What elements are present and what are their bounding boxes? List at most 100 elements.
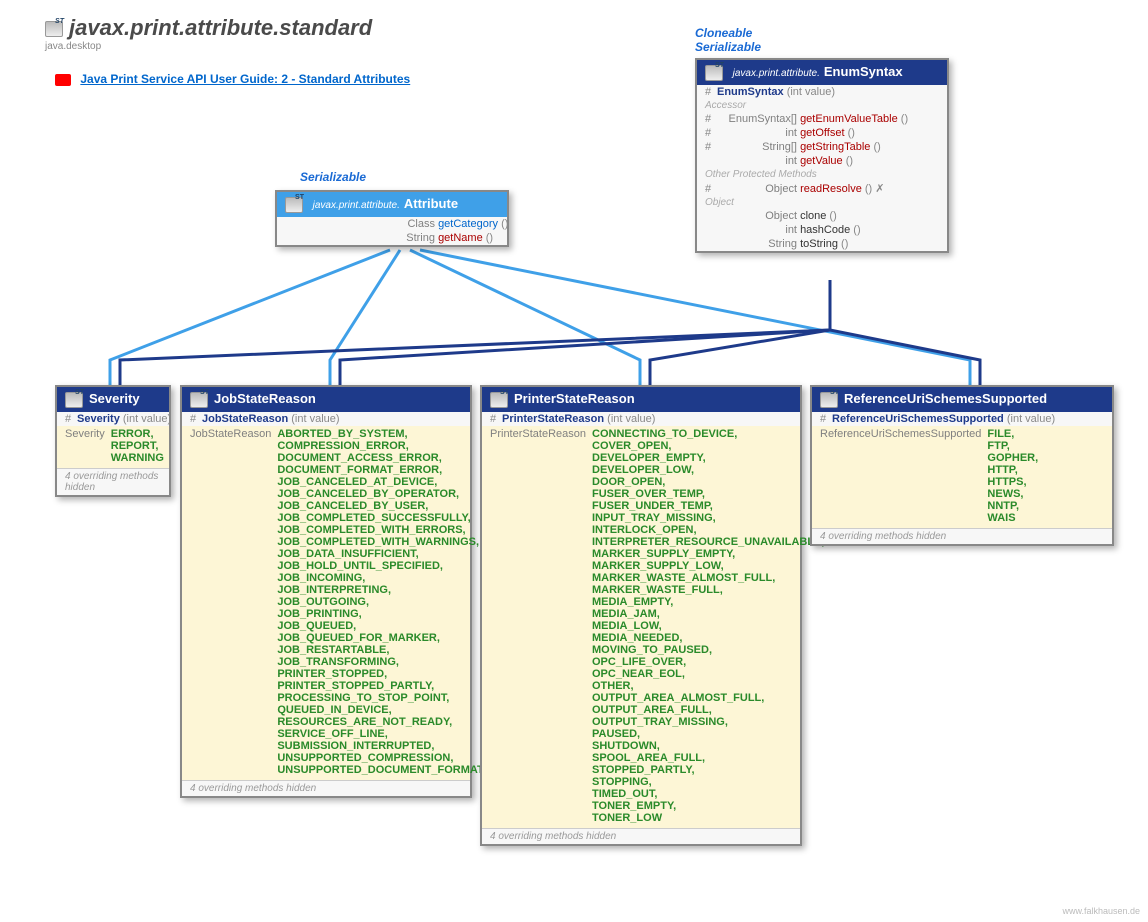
enum-constant: JOB_CANCELED_AT_DEVICE, [277, 476, 483, 488]
enum-constant: JOB_CANCELED_BY_USER, [277, 500, 483, 512]
method-row: Object clone () [697, 209, 947, 223]
enum-constant: PAUSED, [592, 728, 824, 740]
severity-consts: SeverityERROR,REPORT,WARNING [57, 426, 169, 468]
enum-constant: OUTPUT_AREA_FULL, [592, 704, 824, 716]
enum-constant: RESOURCES_ARE_NOT_READY, [277, 716, 483, 728]
method-row: #EnumSyntax[] getEnumValueTable () [697, 112, 947, 126]
enum-constant: FILE, [987, 428, 1038, 440]
enum-constant: JOB_QUEUED_FOR_MARKER, [277, 632, 483, 644]
enum-constant: HTTP, [987, 464, 1038, 476]
attribute-rows: Class getCategory ()String getName () [277, 217, 507, 245]
enum-constant: JOB_HOLD_UNTIL_SPECIFIED, [277, 560, 483, 572]
enum-constant: REPORT, [111, 440, 164, 452]
class-icon [820, 392, 838, 408]
refuri-consts: ReferenceUriSchemesSupportedFILE,FTP,GOP… [812, 426, 1112, 528]
enum-constant: DOCUMENT_FORMAT_ERROR, [277, 464, 483, 476]
enum-constant: OUTPUT_AREA_ALMOST_FULL, [592, 692, 824, 704]
enum-constant: WARNING [111, 452, 164, 464]
enum-constant: SUBMISSION_INTERRUPTED, [277, 740, 483, 752]
module-label: java.desktop [45, 41, 372, 52]
enum-constant: DOCUMENT_ACCESS_ERROR, [277, 452, 483, 464]
enum-constant: OUTPUT_TRAY_MISSING, [592, 716, 824, 728]
class-icon [490, 392, 508, 408]
enumsyntax-header: javax.print.attribute.EnumSyntax [697, 60, 947, 85]
enum-constant: PRINTER_STOPPED, [277, 668, 483, 680]
protected-label: Other Protected Methods [697, 168, 947, 181]
refuri-box: ReferenceUriSchemesSupported #ReferenceU… [810, 385, 1114, 546]
enum-constant: JOB_TRANSFORMING, [277, 656, 483, 668]
jobstatereason-foot: 4 overriding methods hidden [182, 780, 470, 796]
class-icon [65, 392, 83, 408]
enum-constant: FUSER_UNDER_TEMP, [592, 500, 824, 512]
enum-constant: SPOOL_AREA_FULL, [592, 752, 824, 764]
printerstatereason-foot: 4 overriding methods hidden [482, 828, 800, 844]
accessor-label: Accessor [697, 99, 947, 112]
severity-ctor: #Severity (int value) [57, 412, 169, 426]
enum-constant: OPC_LIFE_OVER, [592, 656, 824, 668]
serializable-label-2: Serializable [695, 40, 761, 54]
enum-constant: NEWS, [987, 488, 1038, 500]
enum-constant: JOB_INCOMING, [277, 572, 483, 584]
method-row: String toString () [697, 237, 947, 251]
oracle-icon [55, 74, 71, 86]
page-title-block: javax.print.attribute.standard java.desk… [45, 15, 372, 52]
class-icon [705, 65, 723, 81]
enum-constant: NNTP, [987, 500, 1038, 512]
enum-constant: MEDIA_JAM, [592, 608, 824, 620]
object-rows: Object clone ()int hashCode ()String toS… [697, 209, 947, 251]
class-icon [190, 392, 208, 408]
enum-constant: JOB_COMPLETED_WITH_WARNINGS, [277, 536, 483, 548]
accessor-rows: #EnumSyntax[] getEnumValueTable ()#int g… [697, 112, 947, 168]
enum-constant: JOB_INTERPRETING, [277, 584, 483, 596]
enum-constant: MEDIA_LOW, [592, 620, 824, 632]
enum-constant: PRINTER_STOPPED_PARTLY, [277, 680, 483, 692]
guide-link[interactable]: Java Print Service API User Guide: 2 - S… [80, 72, 410, 86]
attribute-box: javax.print.attribute.Attribute Class ge… [275, 190, 509, 247]
enum-constant: WAIS [987, 512, 1038, 524]
enumsyntax-ctor: #EnumSyntax (int value) [697, 85, 947, 99]
enum-constant: PROCESSING_TO_STOP_POINT, [277, 692, 483, 704]
enum-constant: JOB_COMPLETED_WITH_ERRORS, [277, 524, 483, 536]
enum-constant: MARKER_SUPPLY_LOW, [592, 560, 824, 572]
enum-constant: TONER_LOW [592, 812, 824, 824]
enum-constant: COMPRESSION_ERROR, [277, 440, 483, 452]
enum-constant: ERROR, [111, 428, 164, 440]
enum-constant: STOPPING, [592, 776, 824, 788]
jobstatereason-consts: JobStateReasonABORTED_BY_SYSTEM,COMPRESS… [182, 426, 470, 780]
enum-constant: FUSER_OVER_TEMP, [592, 488, 824, 500]
enum-constant: QUEUED_IN_DEVICE, [277, 704, 483, 716]
enum-constant: UNSUPPORTED_COMPRESSION, [277, 752, 483, 764]
enum-constant: GOPHER, [987, 452, 1038, 464]
severity-box: Severity #Severity (int value) SeverityE… [55, 385, 171, 497]
enum-constant: MARKER_WASTE_FULL, [592, 584, 824, 596]
enum-constant: MARKER_SUPPLY_EMPTY, [592, 548, 824, 560]
enum-constant: MEDIA_NEEDED, [592, 632, 824, 644]
enum-constant: DEVELOPER_LOW, [592, 464, 824, 476]
enum-constant: MEDIA_EMPTY, [592, 596, 824, 608]
cloneable-label: Cloneable [695, 26, 752, 40]
enum-constant: UNSUPPORTED_DOCUMENT_FORMAT [277, 764, 483, 776]
jobstatereason-box: JobStateReason #JobStateReason (int valu… [180, 385, 472, 798]
method-row: String getName () [277, 231, 507, 245]
object-label: Object [697, 196, 947, 209]
refuri-header: ReferenceUriSchemesSupported [812, 387, 1112, 412]
enumsyntax-box: javax.print.attribute.EnumSyntax #EnumSy… [695, 58, 949, 253]
enum-constant: CONNECTING_TO_DEVICE, [592, 428, 824, 440]
printerstatereason-box: PrinterStateReason #PrinterStateReason (… [480, 385, 802, 846]
class-icon [285, 197, 303, 213]
page-title: javax.print.attribute.standard [45, 15, 372, 41]
method-row: Class getCategory () [277, 217, 507, 231]
method-row: int getValue () [697, 154, 947, 168]
enum-constant: JOB_QUEUED, [277, 620, 483, 632]
enum-constant: MOVING_TO_PAUSED, [592, 644, 824, 656]
method-row: int hashCode () [697, 223, 947, 237]
severity-header: Severity [57, 387, 169, 412]
enum-constant: JOB_RESTARTABLE, [277, 644, 483, 656]
severity-foot: 4 overriding methods hidden [57, 468, 169, 495]
enum-constant: JOB_DATA_INSUFFICIENT, [277, 548, 483, 560]
attribute-header: javax.print.attribute.Attribute [277, 192, 507, 217]
protected-rows: #Object readResolve () ✗ [697, 181, 947, 196]
enum-constant: INTERPRETER_RESOURCE_UNAVAILABLE, [592, 536, 824, 548]
serializable-label: Serializable [300, 170, 366, 184]
method-row: #int getOffset () [697, 126, 947, 140]
